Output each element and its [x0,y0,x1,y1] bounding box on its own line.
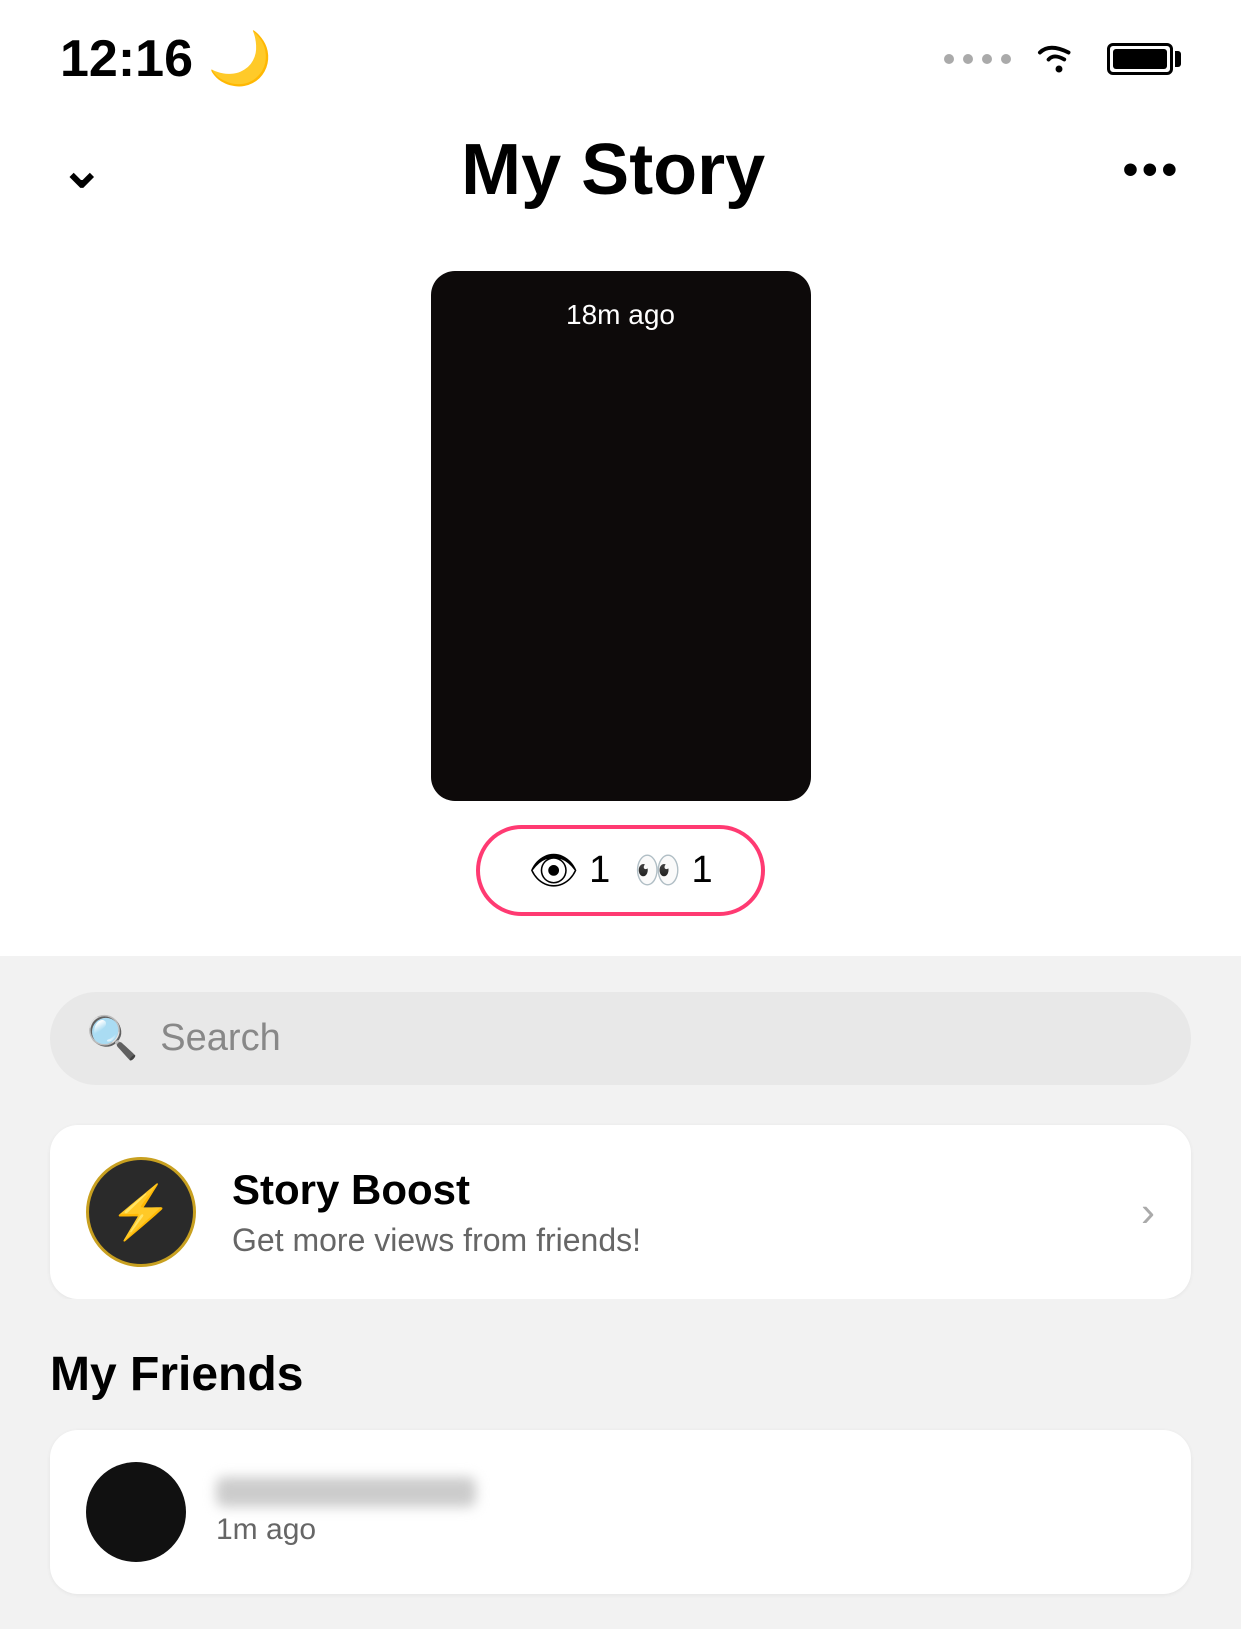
search-placeholder: Search [160,1017,280,1060]
friend-info: 1m ago [216,1477,476,1547]
friends-section: My Friends 1m ago [0,1299,1241,1594]
boost-icon-circle: ⚡ [86,1157,196,1267]
search-bar[interactable]: 🔍 Search [50,992,1191,1085]
friend-list-item[interactable]: 1m ago [50,1430,1191,1594]
story-boost-card[interactable]: ⚡ Story Boost Get more views from friend… [50,1125,1191,1299]
story-stats-pill[interactable]: 👁 1 👀 1 [476,825,764,916]
eyes-icon: 👀 [634,849,681,893]
boost-text-group: Story Boost Get more views from friends! [232,1166,1105,1259]
header: ⌄ My Story ••• [0,99,1241,241]
more-options-button[interactable]: ••• [1123,145,1181,195]
search-section: 🔍 Search [0,956,1241,1085]
back-button[interactable]: ⌄ [60,144,104,196]
story-section: 18m ago 👁 1 👀 1 [0,241,1241,956]
search-icon: 🔍 [86,1014,138,1063]
wifi-icon [1033,37,1085,80]
status-right-icons [944,37,1181,80]
moon-icon: 🌙 [207,30,272,88]
battery-icon [1107,43,1181,75]
eye-icon: 👁 [528,847,579,894]
friend-name-blurred [216,1477,476,1507]
view-count: 1 [589,849,610,892]
status-bar: 12:16 🌙 [0,0,1241,99]
story-timestamp: 18m ago [566,299,675,331]
status-time: 12:16 🌙 [60,28,272,89]
friend-avatar [86,1462,186,1562]
friends-section-title: My Friends [50,1347,1191,1402]
boost-title: Story Boost [232,1166,1105,1214]
cards-section: ⚡ Story Boost Get more views from friend… [0,1085,1241,1299]
view-count-stat: 👁 1 [528,847,610,894]
signal-icon [944,54,1011,64]
boost-chevron-icon: › [1141,1188,1155,1236]
boost-subtitle: Get more views from friends! [232,1222,1105,1259]
friend-time: 1m ago [216,1513,476,1547]
screenshot-count-stat: 👀 1 [634,849,712,893]
page-title: My Story [461,129,765,211]
story-thumbnail[interactable]: 18m ago [431,271,811,801]
lightning-icon: ⚡ [109,1182,174,1243]
screenshot-count: 1 [692,849,713,892]
